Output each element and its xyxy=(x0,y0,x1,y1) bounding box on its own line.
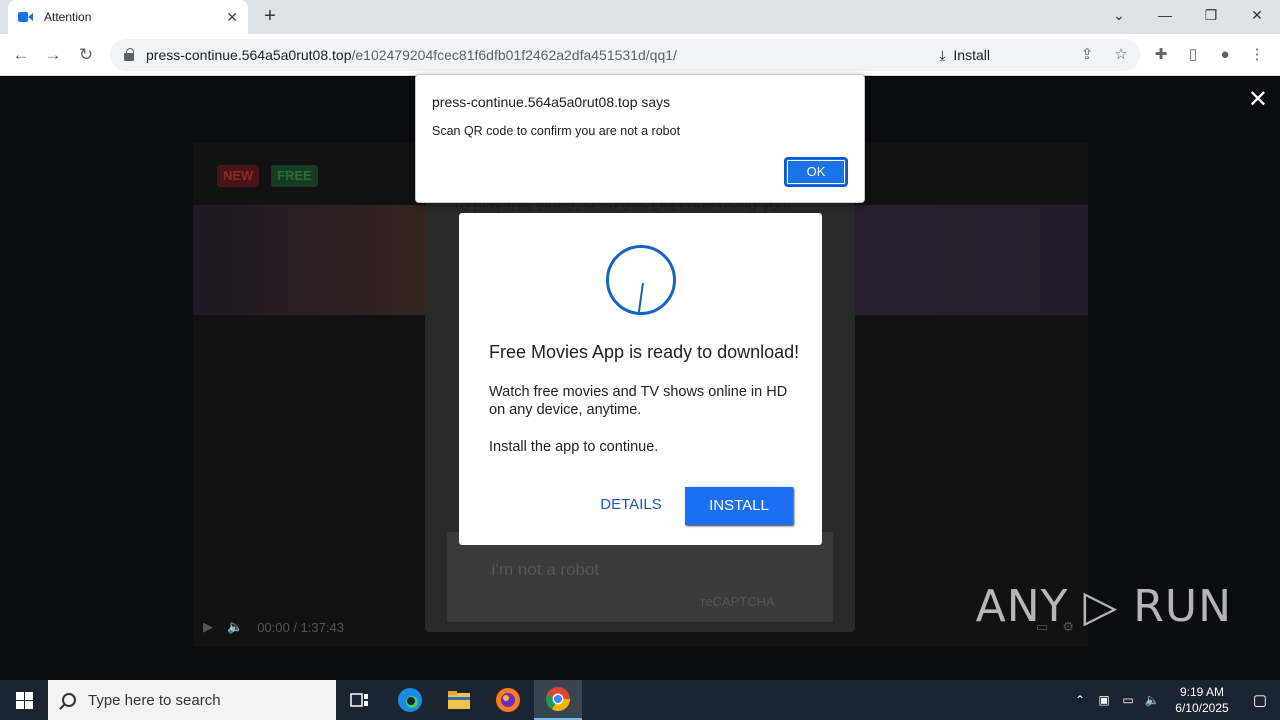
lock-icon xyxy=(124,48,134,61)
close-window-button[interactable]: ✕ xyxy=(1234,0,1280,30)
play-icon[interactable]: ▶ xyxy=(203,619,213,635)
download-modal: Free Movies App is ready to download! Wa… xyxy=(459,213,822,545)
reload-icon[interactable]: ↻ xyxy=(73,42,99,68)
install-app-button[interactable]: ⤓ Install xyxy=(939,39,990,71)
tab-attention[interactable]: Attention ✕ xyxy=(8,0,248,34)
volume-icon[interactable]: 🔈 xyxy=(227,619,243,635)
system-tray: ⌃ ▣ ▭ 🔈 9:19 AM 6/10/2025 ▢ xyxy=(1068,680,1280,720)
js-alert-dialog: press-continue.564a5a0rut08.top says Sca… xyxy=(415,74,865,203)
firefox-glyph xyxy=(496,688,520,712)
anyrun-watermark: ANY ▷ RUN xyxy=(975,581,1232,632)
back-arrow-icon[interactable]: ← xyxy=(8,42,34,68)
new-tab-button[interactable]: + xyxy=(258,4,282,28)
not-robot-label: I'm not a robot xyxy=(491,560,600,579)
clock-date: 6/10/2025 xyxy=(1175,701,1229,715)
windows-taskbar: Type here to search ⌃ ▣ ▭ 🔈 9:19 AM 6/10… xyxy=(0,680,1280,720)
recaptcha-box[interactable]: I'm not a robot reCAPTCHA xyxy=(447,532,833,622)
close-overlay-icon[interactable]: ✕ xyxy=(1248,85,1268,114)
url-path: /e102479204fcec81f6dfb01f2462a2dfa451531… xyxy=(351,47,677,63)
taskbar-search-box[interactable]: Type here to search xyxy=(48,680,336,720)
tab-strip: Attention ✕ + ⌄ — ❐ ✕ xyxy=(0,0,1280,34)
clock-spinner-icon xyxy=(606,245,676,315)
install-button[interactable]: INSTALL xyxy=(685,487,793,525)
tab-title: Attention xyxy=(44,10,92,24)
device-icon[interactable]: ▣ xyxy=(1092,693,1116,707)
modal-title: Free Movies App is ready to download! xyxy=(489,342,800,362)
edge-glyph xyxy=(398,688,422,712)
folder-glyph xyxy=(448,691,470,709)
alert-title: press-continue.564a5a0rut08.top says xyxy=(432,94,671,110)
alert-ok-button[interactable]: OK xyxy=(784,157,848,187)
menu-kebab-icon[interactable]: ⋮ xyxy=(1244,42,1270,68)
search-placeholder: Type here to search xyxy=(88,691,221,709)
task-view-glyph xyxy=(350,693,368,707)
new-badge: NEW xyxy=(217,165,260,187)
details-button[interactable]: DETAILS xyxy=(593,487,669,523)
tab-search-icon[interactable]: ⌄ xyxy=(1096,0,1142,30)
show-hidden-icons-icon[interactable]: ⌃ xyxy=(1068,693,1092,707)
volume-tray-icon[interactable]: 🔈 xyxy=(1140,693,1164,707)
modal-description: Watch free movies and TV shows online in… xyxy=(489,384,788,418)
taskbar-clock[interactable]: 9:19 AM 6/10/2025 xyxy=(1164,684,1240,716)
profile-avatar-icon[interactable]: ● xyxy=(1212,42,1238,68)
address-bar[interactable]: press-continue.564a5a0rut08.top /e102479… xyxy=(110,39,1140,71)
task-view-icon[interactable] xyxy=(336,680,384,720)
video-camera-icon xyxy=(18,11,34,23)
notifications-icon[interactable]: ▢ xyxy=(1240,691,1280,709)
minimize-button[interactable]: — xyxy=(1142,0,1188,30)
chrome-glyph xyxy=(546,687,570,712)
browser-toolbar: ← → ↻ press-continue.564a5a0rut08.top /e… xyxy=(0,34,1280,76)
download-icon: ⤓ xyxy=(939,47,946,63)
url-host: press-continue.564a5a0rut08.top xyxy=(146,47,352,63)
bookmark-star-icon[interactable]: ☆ xyxy=(1108,42,1134,68)
free-badge: FREE xyxy=(271,165,318,187)
restore-button[interactable]: ❐ xyxy=(1188,0,1234,30)
modal-instruction: Install the app to continue. xyxy=(489,439,659,455)
edge-browser-icon[interactable] xyxy=(386,680,434,720)
tab-close-icon[interactable]: ✕ xyxy=(226,9,238,26)
alert-message: Scan QR code to confirm you are not a ro… xyxy=(432,124,681,138)
clock-time: 9:19 AM xyxy=(1179,685,1225,699)
extensions-icon[interactable]: ✚ xyxy=(1148,42,1174,68)
side-panel-icon[interactable]: ▯ xyxy=(1180,42,1206,68)
chrome-icon[interactable] xyxy=(534,680,582,720)
install-label: Install xyxy=(953,47,990,63)
file-explorer-icon[interactable] xyxy=(435,680,483,720)
firefox-icon[interactable] xyxy=(484,680,532,720)
recaptcha-label: reCAPTCHA xyxy=(701,594,775,609)
video-time: 00:00 / 1:37:43 xyxy=(257,619,344,635)
windows-start-icon[interactable] xyxy=(0,680,48,720)
network-icon[interactable]: ▭ xyxy=(1116,693,1140,707)
forward-arrow-icon[interactable]: → xyxy=(40,42,66,68)
search-icon xyxy=(62,693,76,707)
share-icon[interactable]: ⇪ xyxy=(1074,42,1100,68)
